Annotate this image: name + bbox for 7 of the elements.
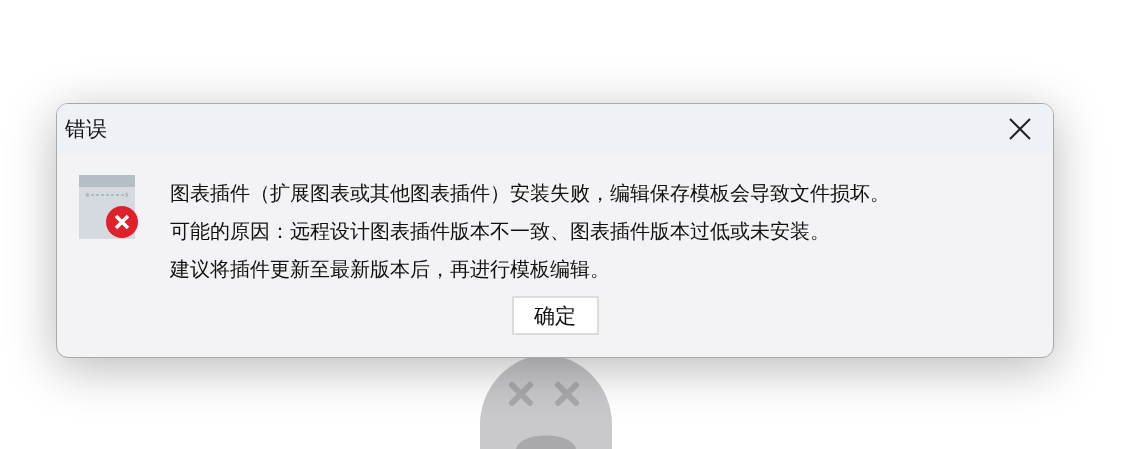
error-icon [79,175,139,239]
message-text: 可能的原因：远程设计图表插件版本不一致、图表插件版本过低或未安装。 [170,218,831,245]
ok-button[interactable]: 确定 [511,296,599,335]
message-text: 建议将插件更新至最新版本后，再进行模板编辑。 [170,256,611,283]
close-icon[interactable] [1009,118,1031,140]
message-text: 图表插件（扩展图表或其他图表插件）安装失败，编辑保存模板会导致文件损坏。 [170,180,890,207]
window-title: 错误 [65,116,107,143]
